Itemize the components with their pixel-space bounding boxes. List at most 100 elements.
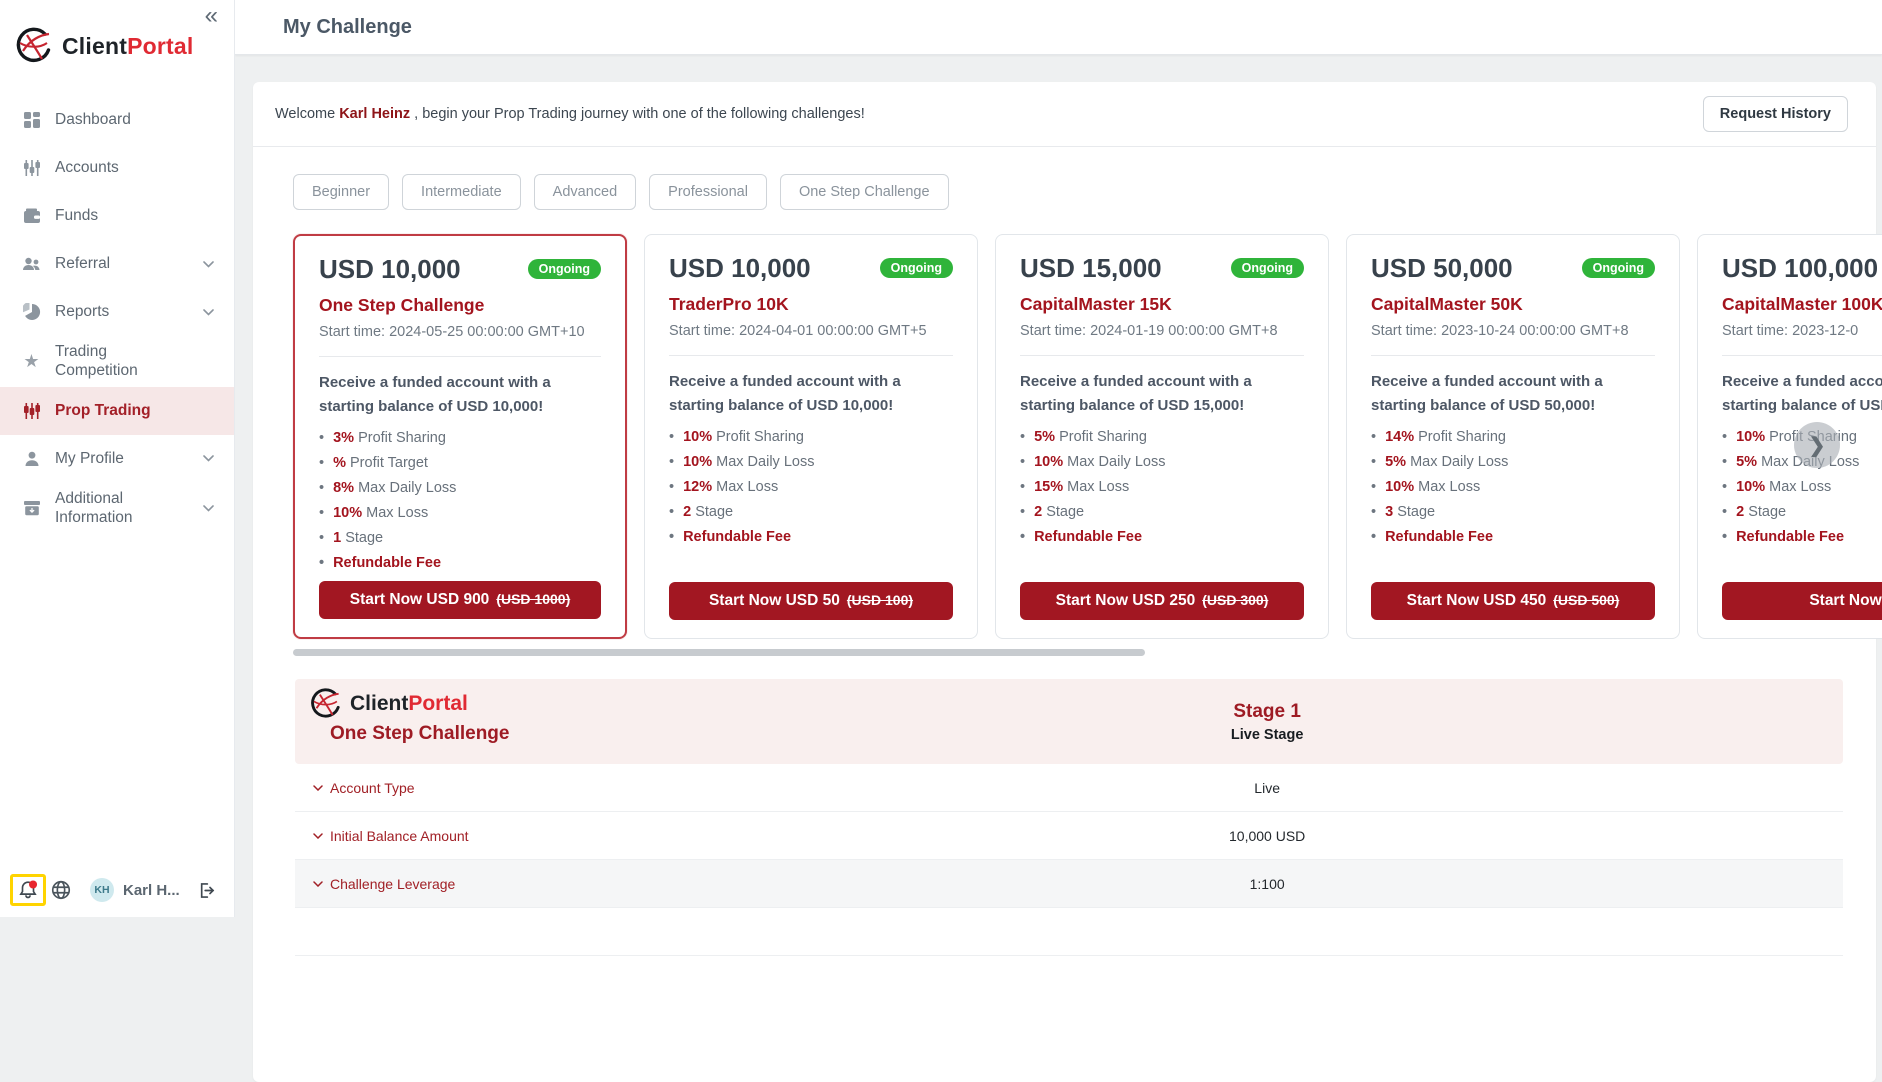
challenge-name: CapitalMaster 100K [1722, 294, 1882, 314]
challenge-amount: USD 50,000 [1371, 253, 1513, 283]
row-value: 1:100 [1249, 875, 1285, 892]
sidebar-item-accounts[interactable]: Accounts [0, 144, 234, 192]
challenge-description: Receive a funded account with a starting… [1371, 373, 1603, 414]
chevron-down-icon [203, 260, 214, 268]
chevron-down-icon [203, 308, 214, 316]
challenge-name: CapitalMaster 15K [1020, 294, 1172, 314]
challenge-card-one-step[interactable]: USD 10,000 Ongoing One Step Challenge St… [293, 234, 627, 639]
feature-item: 5% Profit Sharing [1020, 425, 1304, 450]
sidebar-footer: KH Karl H... [10, 874, 217, 906]
chevron-down-icon [313, 784, 323, 791]
status-badge: Ongoing [1581, 258, 1655, 278]
avatar: KH [90, 878, 114, 902]
filter-intermediate[interactable]: Intermediate [402, 174, 521, 210]
challenge-filters: Beginner Intermediate Advanced Professio… [253, 147, 1876, 210]
logout-button[interactable] [196, 880, 217, 901]
row-toggle[interactable]: Account Type [313, 780, 415, 796]
challenge-amount: USD 10,000 [319, 254, 461, 284]
star-icon: ★ [23, 351, 40, 372]
challenge-description: Receive a funded account with a starting… [1020, 373, 1252, 414]
details-brand: ClientPortal [308, 687, 1843, 721]
challenge-name: TraderPro 10K [669, 294, 789, 314]
feature-item: 10% Max Loss [319, 501, 601, 526]
bell-icon [17, 879, 39, 901]
referral-icon [22, 255, 41, 273]
challenge-card-capitalmaster-50k[interactable]: USD 50,000 Ongoing CapitalMaster 50K Sta… [1346, 234, 1680, 639]
old-price: (USD 1000) [496, 591, 571, 607]
challenge-card-traderpro-10k[interactable]: USD 10,000 Ongoing TraderPro 10K Start t… [644, 234, 978, 639]
sidebar-item-dashboard[interactable]: Dashboard [0, 96, 234, 144]
challenge-start-time: Start time: 2023-12-0 [1722, 323, 1859, 339]
status-badge: Ongoing [527, 259, 601, 279]
feature-item: 5% Max Daily Loss [1371, 450, 1655, 475]
horizontal-scrollbar-thumb[interactable] [293, 649, 1145, 656]
chevron-down-icon [203, 455, 214, 462]
challenge-name: One Step Challenge [319, 295, 485, 315]
row-toggle[interactable]: Challenge Leverage [313, 876, 455, 892]
filter-professional[interactable]: Professional [649, 174, 767, 210]
sidebar-item-referral[interactable]: Referral [0, 240, 234, 288]
feature-refundable-fee: Refundable Fee [1722, 525, 1882, 550]
feature-item: 10% Profit Sharing [669, 425, 953, 450]
feature-item: 15% Max Loss [1020, 475, 1304, 500]
feature-item: 12% Max Loss [669, 475, 953, 500]
sidebar-collapse-icon[interactable]: « [205, 2, 218, 30]
filter-advanced[interactable]: Advanced [533, 174, 637, 210]
start-now-button[interactable]: Start Now USD 50 (USD 100) [669, 582, 953, 620]
chevron-down-icon [203, 504, 214, 512]
chevron-right-icon: ❯ [1808, 434, 1826, 457]
welcome-message: Welcome Karl Heinz , begin your Prop Tra… [275, 106, 865, 122]
sidebar-item-label: Reports [55, 303, 110, 321]
challenge-start-time: Start time: 2023-10-24 00:00:00 GMT+8 [1371, 323, 1629, 339]
sidebar-item-reports[interactable]: Reports [0, 288, 234, 336]
start-now-button[interactable]: Start Now USD [1722, 582, 1882, 620]
details-row-initial-balance: Initial Balance Amount 10,000 USD [295, 812, 1843, 860]
globe-icon [50, 879, 72, 901]
language-globe-button[interactable] [50, 879, 72, 901]
challenge-name: CapitalMaster 50K [1371, 294, 1523, 314]
start-now-button[interactable]: Start Now USD 900 (USD 1000) [319, 581, 601, 619]
sidebar-item-trading-competition[interactable]: ★ Trading Competition [0, 336, 234, 387]
row-value: Live [1254, 779, 1280, 796]
details-row-challenge-leverage: Challenge Leverage 1:100 [295, 860, 1843, 908]
user-menu[interactable]: KH Karl H... [90, 878, 180, 902]
chevron-down-icon [313, 832, 323, 839]
sidebar-item-my-profile[interactable]: My Profile [0, 435, 234, 483]
feature-item: 3 Stage [1371, 500, 1655, 525]
sidebar-item-prop-trading[interactable]: Prop Trading [0, 386, 234, 435]
feature-item: 1 Stage [319, 526, 601, 551]
start-now-button[interactable]: Start Now USD 250 (USD 300) [1020, 582, 1304, 620]
row-value: 10,000 USD [1229, 827, 1306, 844]
row-toggle[interactable]: Initial Balance Amount [313, 828, 469, 844]
challenge-details: ClientPortal One Step Challenge Stage 1 … [295, 679, 1843, 956]
filter-one-step-challenge[interactable]: One Step Challenge [779, 174, 949, 210]
brand-logo-icon [308, 687, 342, 721]
sidebar-item-label: Prop Trading [55, 402, 151, 420]
old-price: (USD 500) [1553, 592, 1620, 608]
sidebar-item-label: Funds [55, 207, 99, 225]
challenge-start-time: Start time: 2024-05-25 00:00:00 GMT+10 [319, 324, 585, 340]
dashboard-icon [22, 111, 41, 129]
details-challenge-name: One Step Challenge [330, 723, 510, 744]
start-now-button[interactable]: Start Now USD 450 (USD 500) [1371, 582, 1655, 620]
status-badge: Ongoing [879, 258, 953, 278]
details-row-partial [295, 908, 1843, 956]
app-logo: ClientPortal [13, 26, 234, 66]
feature-item: 8% Max Daily Loss [319, 476, 601, 501]
challenge-card-capitalmaster-100k[interactable]: USD 100,000 CapitalMaster 100K Start tim… [1697, 234, 1882, 639]
challenge-card-capitalmaster-15k[interactable]: USD 15,000 Ongoing CapitalMaster 15K Sta… [995, 234, 1329, 639]
old-price: (USD 300) [1202, 592, 1269, 608]
page-title: My Challenge [283, 15, 412, 38]
request-history-button[interactable]: Request History [1702, 96, 1848, 132]
sidebar-item-label: Trading Competition [55, 343, 138, 380]
sidebar-item-additional-information[interactable]: Additional Information [0, 483, 234, 534]
feature-item: 2 Stage [669, 500, 953, 525]
sidebar-item-funds[interactable]: Funds [0, 192, 234, 240]
stage-column-header: Stage 1 Live Stage [1231, 701, 1304, 743]
feature-item: 10% Max Loss [1722, 475, 1882, 500]
details-row-account-type: Account Type Live [295, 764, 1843, 812]
carousel-next-button[interactable]: ❯ [1794, 422, 1840, 468]
feature-refundable-fee: Refundable Fee [1371, 525, 1655, 550]
filter-beginner[interactable]: Beginner [293, 174, 390, 210]
notifications-button[interactable] [10, 874, 46, 906]
